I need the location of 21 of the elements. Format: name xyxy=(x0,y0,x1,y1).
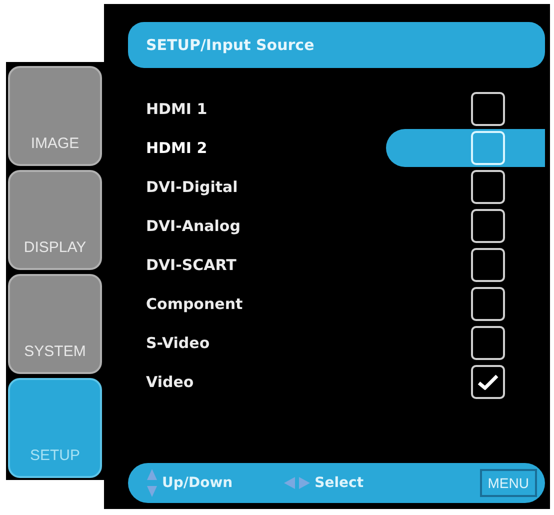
checkbox[interactable] xyxy=(471,286,505,320)
source-label[interactable]: Component xyxy=(128,294,243,312)
source-label[interactable]: HDMI 1 xyxy=(128,100,208,118)
left-right-arrows-icon xyxy=(282,476,311,490)
hint-label: Select xyxy=(314,475,364,491)
up-down-arrows-icon xyxy=(146,468,158,498)
source-label[interactable]: S-Video xyxy=(128,334,210,352)
checkbox[interactable] xyxy=(471,92,505,126)
source-label[interactable]: Video xyxy=(128,372,194,390)
checkbox[interactable] xyxy=(471,326,505,360)
source-label[interactable]: DVI-Digital xyxy=(128,178,238,196)
source-label[interactable]: HDMI 2 xyxy=(128,138,208,156)
checkbox[interactable] xyxy=(471,208,505,242)
checkbox[interactable] xyxy=(471,170,505,204)
source-label[interactable]: DVI-Analog xyxy=(128,216,240,234)
menu-title: SETUP/Input Source xyxy=(128,22,545,68)
source-label[interactable]: DVI-SCART xyxy=(128,256,236,274)
check-icon xyxy=(477,374,499,390)
checkbox[interactable] xyxy=(471,248,505,282)
checkbox[interactable] xyxy=(471,364,505,398)
hint-label: Up/Down xyxy=(162,475,233,491)
